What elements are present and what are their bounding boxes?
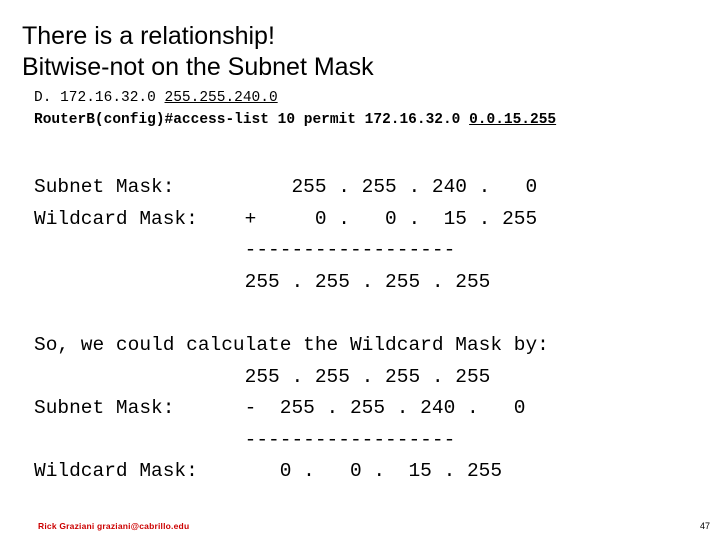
code-line2-mid: B(config)#access-list 10 permit 172.16.3… [86,112,470,128]
subtraction-calculation: So, we could calculate the Wildcard Mask… [34,334,549,482]
page-number: 47 [699,521,710,531]
code-line2-prefix: Router [34,112,87,128]
slide: There is a relationship! Bitwise-not on … [0,0,720,540]
code-line-acl-entry: D. 172.16.32.0 255.255.240.0 [34,88,704,108]
code-line1-underlined: 255.255.240.0 [164,90,278,106]
code-line1-prefix: D. 172.16.32.0 [34,90,165,106]
addition-calculation: Subnet Mask: 255 . 255 . 240 . 0 Wildcar… [34,176,538,293]
code-block: D. 172.16.32.0 255.255.240.0 RouterB(con… [34,88,704,130]
code-line-router-command: RouterB(config)#access-list 10 permit 17… [34,110,704,130]
code-line2-underlined: 0.0.15.255 [469,112,557,128]
page-title: There is a relationship! Bitwise-not on … [22,21,374,81]
footer-credit: Rick Graziani graziani@cabrillo.edu [38,521,190,531]
